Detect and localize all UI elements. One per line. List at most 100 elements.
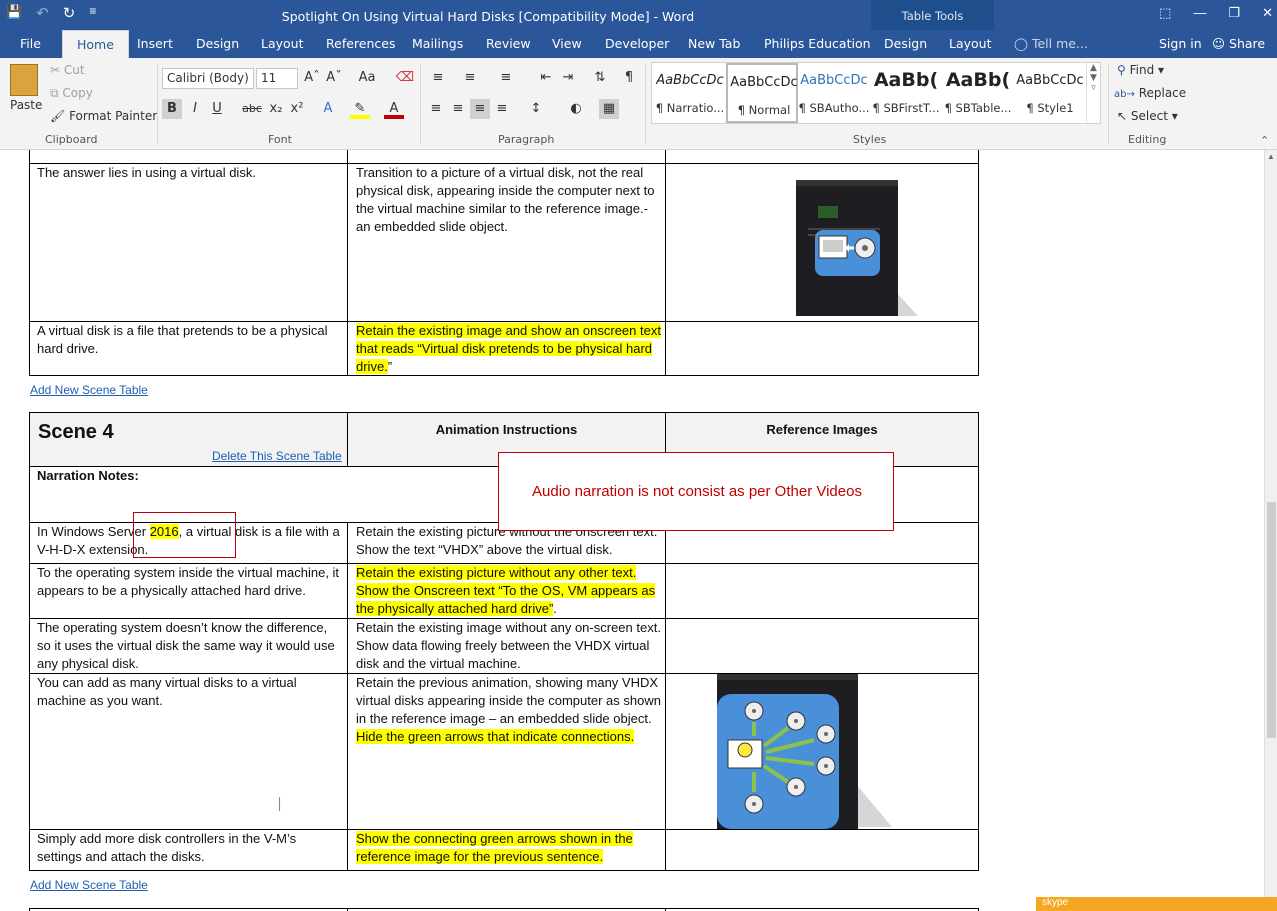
animation-cell[interactable]: Transition to a picture of a virtual dis… <box>356 164 661 236</box>
styles-scroll-icon[interactable]: ▲ ▼ ▿ <box>1086 63 1100 123</box>
decrease-indent-icon[interactable]: ⇤ <box>536 68 556 88</box>
sort-icon[interactable]: ⇅ <box>590 68 610 88</box>
select-button[interactable]: ↖ Select ▾ <box>1117 109 1178 123</box>
increase-indent-icon[interactable]: ⇥ <box>558 68 578 88</box>
collapse-ribbon-icon[interactable]: ⌃ <box>1260 134 1269 147</box>
style-sample: AaBb( <box>873 69 939 91</box>
animation-cell[interactable]: Show the connecting green arrows shown i… <box>356 830 661 866</box>
narration-cell[interactable]: To the operating system inside the virtu… <box>37 564 342 600</box>
highlighted-text: Retain the existing picture without any … <box>356 565 656 616</box>
share-button[interactable]: ☺ Share <box>1212 36 1265 51</box>
animation-instructions-header: Animation Instructions <box>435 422 578 437</box>
tab-references[interactable]: References <box>326 36 395 51</box>
comment-text: Audio narration is not consist as per Ot… <box>532 483 862 500</box>
animation-cell[interactable]: Retain the existing image without any on… <box>356 619 661 673</box>
style-style1[interactable]: AaBbCcDc ¶ Style1 <box>1014 63 1086 123</box>
tab-new-tab[interactable]: New Tab <box>688 36 740 51</box>
skype-notification-bar[interactable]: skype <box>1036 897 1277 911</box>
style-sample: AaBbCcDc <box>800 73 868 88</box>
narration-notes-label: Narration Notes: <box>37 468 139 483</box>
borders-icon[interactable]: ▦ <box>599 99 619 119</box>
animation-cell[interactable]: Retain the previous animation, showing m… <box>356 674 661 746</box>
tab-review[interactable]: Review <box>486 36 531 51</box>
superscript-button[interactable]: x² <box>287 99 307 119</box>
ribbon-home: Paste ✂ Cut ⧉ Copy 🖌 Format Painter Clip… <box>0 58 1277 150</box>
italic-button[interactable]: I <box>185 99 205 119</box>
paste-button[interactable]: Paste <box>10 98 42 112</box>
ribbon-display-options-icon[interactable]: ⬚ <box>1159 5 1171 21</box>
minimize-icon[interactable]: — <box>1193 5 1206 21</box>
tab-philips-education[interactable]: Philips Education <box>764 36 871 51</box>
cut-button[interactable]: ✂ Cut <box>50 63 85 77</box>
close-icon[interactable]: ✕ <box>1262 5 1273 21</box>
multilevel-list-icon[interactable]: ≡ <box>496 68 516 88</box>
style-sbfirst[interactable]: AaBb( ¶ SBFirstT... <box>870 63 942 123</box>
align-right-icon[interactable]: ≡ <box>470 99 490 119</box>
style-name: ¶ Narratio... <box>655 101 725 115</box>
style-narration[interactable]: AaBbCcDc ¶ Narratio... <box>654 63 726 123</box>
add-new-scene-link[interactable]: Add New Scene Table <box>30 878 148 892</box>
sign-in-link[interactable]: Sign in <box>1159 36 1202 51</box>
font-name-combo[interactable]: Calibri (Body) <box>162 68 254 89</box>
tab-table-layout[interactable]: Layout <box>949 36 992 51</box>
show-formatting-marks-icon[interactable]: ¶ <box>619 68 639 88</box>
highlight-color-icon[interactable]: ✎ <box>350 99 370 119</box>
vertical-scrollbar[interactable]: ▲ <box>1264 150 1277 911</box>
add-new-scene-link[interactable]: Add New Scene Table <box>30 383 148 397</box>
clipboard-group-label: Clipboard <box>45 133 98 146</box>
font-size-combo[interactable]: 11 <box>256 68 298 89</box>
narration-cell[interactable]: The operating system doesn’t know the di… <box>37 619 342 673</box>
tell-me-box[interactable]: ◯ Tell me... <box>1014 36 1088 51</box>
styles-group-label: Styles <box>853 133 887 146</box>
change-case-icon[interactable]: Aa <box>353 68 381 88</box>
justify-icon[interactable]: ≡ <box>492 99 512 119</box>
narration-cell[interactable]: Simply add more disk controllers in the … <box>37 830 342 866</box>
animation-cell[interactable]: Retain the existing image and show an on… <box>356 322 661 376</box>
narration-cell[interactable]: A virtual disk is a file that pretends t… <box>37 322 342 358</box>
group-divider <box>1108 64 1109 144</box>
shrink-font-icon[interactable]: Aˇ <box>324 68 344 88</box>
tab-file[interactable]: File <box>20 36 41 51</box>
copy-button[interactable]: ⧉ Copy <box>50 86 93 101</box>
tab-insert[interactable]: Insert <box>137 36 173 51</box>
font-color-icon[interactable]: A <box>384 99 404 119</box>
tab-table-design[interactable]: Design <box>884 36 927 51</box>
review-comment-callout: Audio narration is not consist as per Ot… <box>498 452 894 531</box>
tab-home[interactable]: Home <box>62 30 129 58</box>
paintbrush-icon: 🖌 <box>50 109 66 123</box>
underline-button[interactable]: U <box>207 99 227 119</box>
plain-text: ” <box>387 359 393 374</box>
tab-layout[interactable]: Layout <box>261 36 304 51</box>
find-button[interactable]: ⚲ Find ▾ <box>1117 63 1164 77</box>
delete-scene-link[interactable]: Delete This Scene Table <box>212 449 342 463</box>
grow-font-icon[interactable]: Aˆ <box>302 68 322 88</box>
format-painter-button[interactable]: 🖌 Format Painter <box>50 109 157 123</box>
strikethrough-button[interactable]: abc <box>240 99 264 119</box>
animation-cell[interactable]: Retain the existing picture without any … <box>356 564 661 618</box>
style-normal[interactable]: AaBbCcDc ¶ Normal <box>726 63 798 123</box>
numbering-icon[interactable]: ≡ <box>460 68 480 88</box>
tab-mailings[interactable]: Mailings <box>412 36 463 51</box>
paste-icon[interactable] <box>10 64 38 96</box>
narration-cell[interactable]: The answer lies in using a virtual disk. <box>37 164 342 182</box>
replace-button[interactable]: ab→ Replace <box>1114 86 1186 100</box>
shading-icon[interactable]: ◐ <box>566 99 586 119</box>
bold-button[interactable]: B <box>162 99 182 119</box>
align-left-icon[interactable]: ≡ <box>426 99 446 119</box>
clear-formatting-icon[interactable]: ⌫ <box>395 68 415 88</box>
line-spacing-icon[interactable]: ↕ <box>526 99 546 119</box>
text-effects-icon[interactable]: A <box>318 99 338 119</box>
subscript-button[interactable]: x₂ <box>266 99 286 119</box>
tab-view[interactable]: View <box>552 36 582 51</box>
narration-cell[interactable]: You can add as many virtual disks to a v… <box>37 674 342 710</box>
tab-developer[interactable]: Developer <box>605 36 669 51</box>
find-label: Find <box>1129 63 1155 77</box>
restore-icon[interactable]: ❐ <box>1228 5 1240 21</box>
align-center-icon[interactable]: ≡ <box>448 99 468 119</box>
style-sbtable[interactable]: AaBb( ¶ SBTable... <box>942 63 1014 123</box>
scrollbar-thumb[interactable] <box>1267 502 1276 738</box>
tab-design[interactable]: Design <box>196 36 239 51</box>
bullets-icon[interactable]: ≡ <box>428 68 448 88</box>
style-sbauthor[interactable]: AaBbCcDc ¶ SBAutho... <box>798 63 870 123</box>
scroll-up-icon[interactable]: ▲ <box>1267 152 1275 161</box>
